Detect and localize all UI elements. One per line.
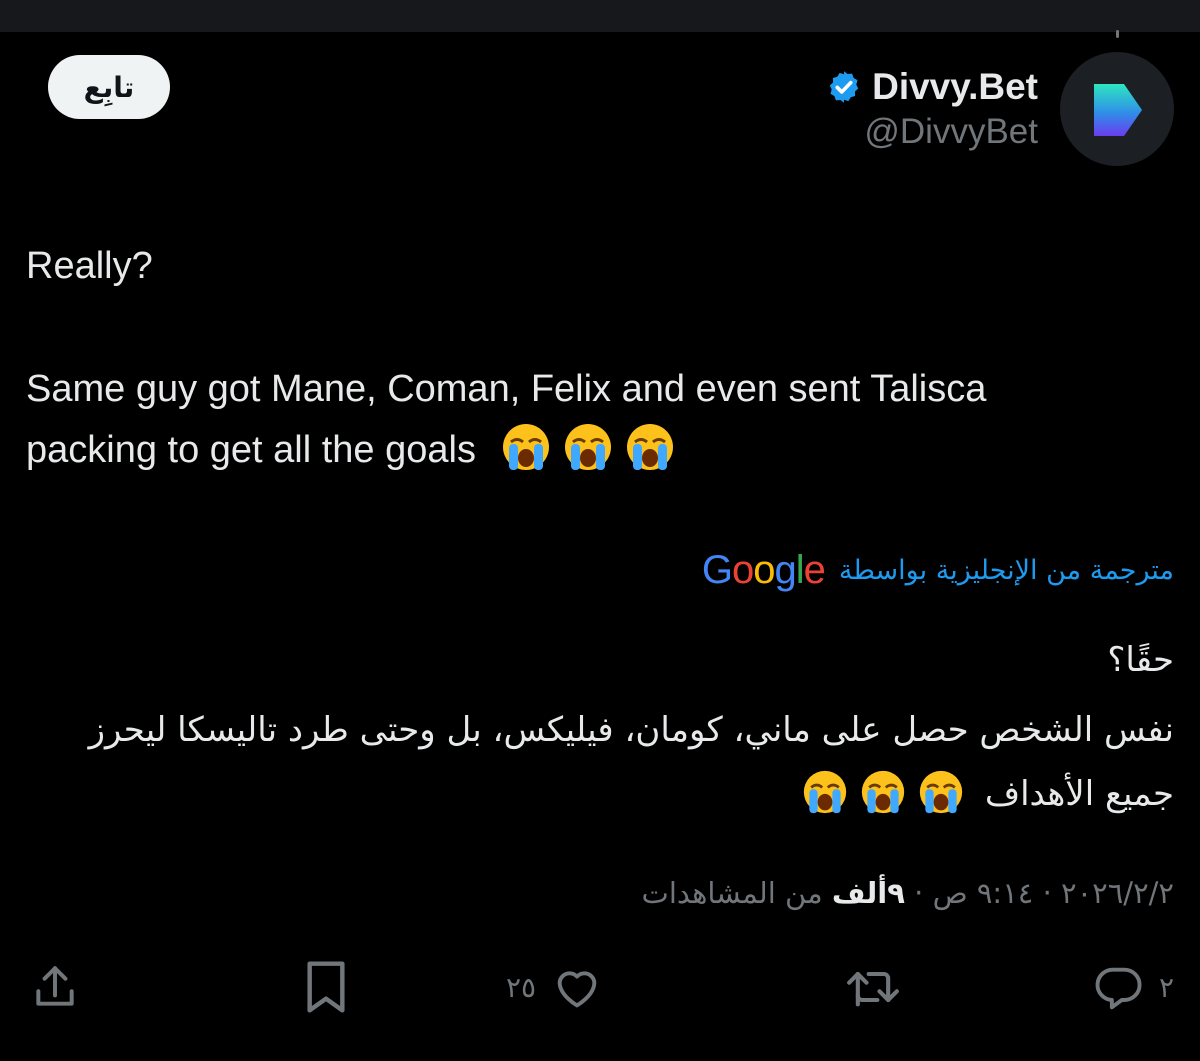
- translation-label: مترجمة من الإنجليزية بواسطة: [838, 554, 1174, 586]
- meta-separator: ·: [914, 876, 924, 910]
- display-name-row[interactable]: Divvy.Bet: [826, 64, 1038, 110]
- crying-face-icon: [919, 770, 963, 814]
- google-logo-letter: o: [732, 547, 754, 592]
- action-bar: ٢ ٢٥: [0, 950, 1200, 1024]
- translated-line: جميع الأهداف: [24, 762, 1174, 826]
- like-icon: [557, 971, 597, 1008]
- tweet-line-text: packing to get all the goals: [26, 429, 476, 471]
- avatar[interactable]: [1060, 52, 1174, 166]
- crying-face-icon: [803, 770, 847, 814]
- verified-badge-icon: [829, 71, 859, 103]
- reply-icon: [1095, 967, 1142, 1010]
- translation-attribution[interactable]: مترجمة من الإنجليزية بواسطة Google: [702, 540, 1174, 600]
- translated-line: نفس الشخص حصل على ماني، كومان، فيليكس، ب…: [88, 710, 1174, 750]
- crying-face-icon: [861, 770, 905, 814]
- google-logo-letter: G: [701, 547, 733, 592]
- views-label: من المشاهدات: [641, 876, 823, 910]
- tweet-line: Really?: [26, 245, 153, 287]
- retweet-button[interactable]: [842, 950, 918, 1024]
- crying-face-icon: [626, 424, 673, 470]
- bookmark-button[interactable]: [302, 950, 350, 1024]
- drag-handle: [1116, 30, 1119, 38]
- display-name: Divvy.Bet: [872, 66, 1038, 107]
- views-count: ٩ألف: [831, 876, 905, 910]
- tweet-line: Same guy got Mane, Coman, Felix and even…: [26, 368, 987, 410]
- like-count: ٢٥: [506, 970, 537, 1004]
- google-logo-letter: e: [803, 547, 826, 592]
- tweet-date[interactable]: ٢٠٢٦/٢/٢: [1061, 876, 1174, 910]
- google-logo-text: Google: [701, 547, 826, 592]
- crying-face-icon: [502, 424, 549, 470]
- meta-separator: ·: [1042, 876, 1052, 910]
- translated-tweet-text: حقًا؟ نفس الشخص حصل على ماني، كومان، فيل…: [24, 628, 1174, 826]
- status-bar: [0, 0, 1200, 32]
- bookmark-icon: [307, 961, 345, 1013]
- retweet-icon: [847, 971, 899, 1007]
- tweet-text: Really? Same guy got Mane, Coman, Felix …: [26, 236, 1176, 481]
- translated-line: حقًا؟: [1107, 640, 1174, 680]
- tweet-time[interactable]: ٩:١٤ ص: [933, 876, 1034, 910]
- user-handle[interactable]: @DivvyBet: [864, 112, 1038, 152]
- reply-button[interactable]: ٢: [1093, 950, 1174, 1024]
- divvy-logo-icon: [1094, 84, 1142, 136]
- tweet-line: packing to get all the goals: [26, 420, 1176, 481]
- google-logo-letter: o: [753, 547, 775, 592]
- share-icon: [36, 966, 74, 1006]
- reply-count: ٢: [1158, 970, 1174, 1004]
- google-logo: Google: [701, 547, 826, 593]
- tweet-meta: ٢٠٢٦/٢/٢ · ٩:١٤ ص · ٩ألف من المشاهدات: [642, 868, 1174, 918]
- follow-button[interactable]: تابِع: [48, 55, 170, 119]
- share-button[interactable]: [30, 950, 80, 1024]
- google-logo-letter: g: [774, 547, 797, 592]
- google-logo-letter: l: [795, 547, 805, 592]
- like-button[interactable]: ٢٥: [506, 950, 604, 1024]
- crying-face-icon: [564, 424, 611, 470]
- translated-line-text: جميع الأهداف: [984, 774, 1174, 814]
